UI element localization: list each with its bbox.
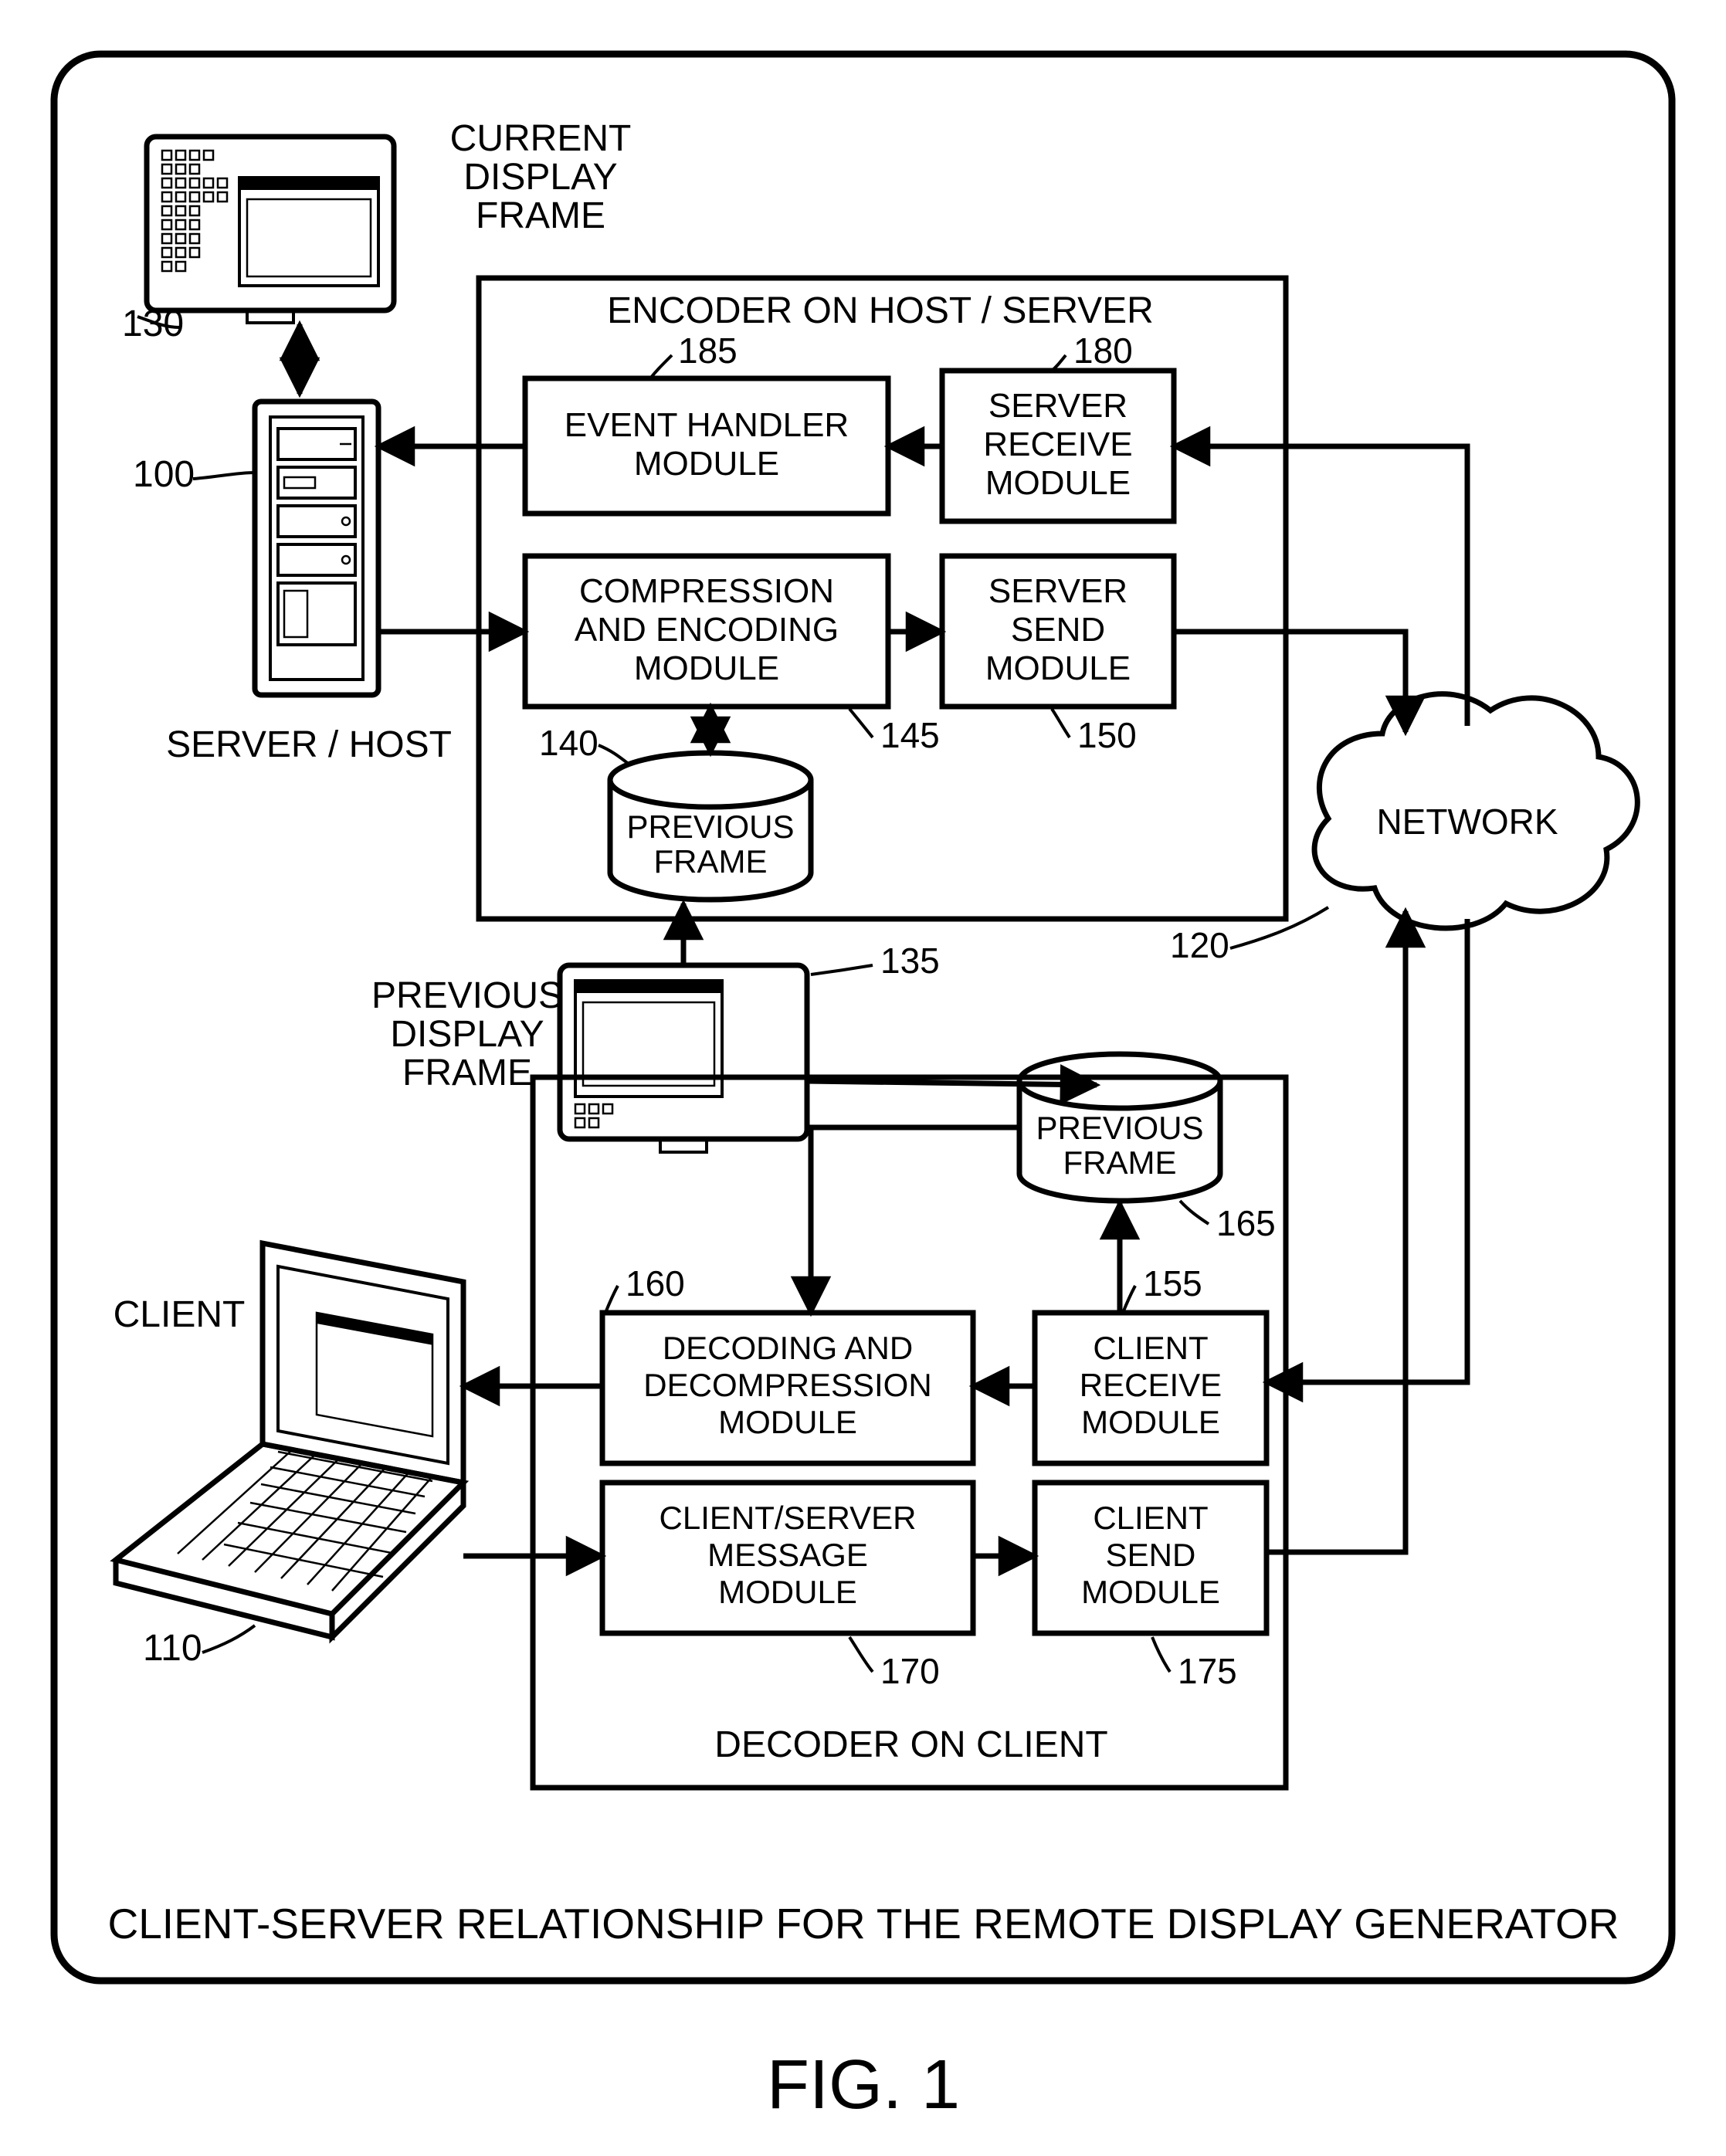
- ref-170: 170: [880, 1651, 940, 1691]
- ref-130: 130: [122, 303, 184, 344]
- previous-display-frame-l2: DISPLAY: [390, 1014, 544, 1055]
- prev-frame-cli-l1: PREVIOUS: [1036, 1110, 1203, 1146]
- ref-120: 120: [1170, 925, 1229, 965]
- leader-185: [650, 355, 672, 378]
- decoding-l1: DECODING AND: [663, 1330, 913, 1366]
- arrow-srvsend-network: [1174, 632, 1406, 732]
- ref-180: 180: [1073, 331, 1133, 371]
- leader-165: [1180, 1201, 1209, 1224]
- previous-display-frame-l1: PREVIOUS: [371, 975, 563, 1016]
- current-display-frame-l2: DISPLAY: [463, 157, 617, 198]
- caption: CLIENT-SERVER RELATIONSHIP FOR THE REMOT…: [107, 1900, 1619, 1948]
- ref-155: 155: [1143, 1263, 1202, 1303]
- client-label: CLIENT: [114, 1294, 246, 1335]
- arrow-prevframe-decoding: [811, 1127, 1019, 1313]
- leader-150: [1052, 709, 1070, 737]
- prev-frame-enc-l2: FRAME: [654, 843, 768, 880]
- client-send-l1: CLIENT: [1093, 1500, 1208, 1536]
- server-host-label: SERVER / HOST: [166, 724, 452, 765]
- ref-110: 110: [143, 1628, 202, 1669]
- ref-145: 145: [880, 715, 940, 755]
- ref-185: 185: [678, 331, 738, 371]
- server-receive-l1: SERVER: [988, 387, 1127, 425]
- client-receive-l3: MODULE: [1081, 1404, 1220, 1440]
- outer-frame: [54, 54, 1672, 1981]
- server-tower-icon: [255, 402, 378, 695]
- decoding-l2: DECOMPRESSION: [643, 1367, 931, 1403]
- ref-175: 175: [1178, 1651, 1237, 1691]
- leader-100: [193, 473, 255, 479]
- client-msg-l1: CLIENT/SERVER: [660, 1500, 917, 1536]
- current-display-frame-icon: [147, 137, 394, 323]
- encoder-title: ENCODER ON HOST / SERVER: [607, 290, 1154, 331]
- leader-120: [1230, 907, 1328, 948]
- decoder-title: DECODER ON CLIENT: [714, 1724, 1107, 1765]
- server-send-l1: SERVER: [988, 572, 1127, 610]
- ref-140: 140: [539, 723, 599, 763]
- leader-140: [599, 745, 629, 764]
- leader-170: [849, 1637, 873, 1672]
- ref-100: 100: [133, 454, 195, 495]
- arrow-network-srvrecv: [1174, 446, 1467, 726]
- client-send-l3: MODULE: [1081, 1574, 1220, 1610]
- previous-display-frame-icon: [560, 965, 807, 1152]
- figure-label: FIG. 1: [767, 2046, 960, 2124]
- decoding-l3: MODULE: [718, 1404, 857, 1440]
- leader-175: [1152, 1637, 1170, 1672]
- server-send-l2: SEND: [1011, 611, 1105, 649]
- previous-display-frame-l3: FRAME: [402, 1053, 532, 1093]
- client-msg-l2: MESSAGE: [707, 1537, 868, 1573]
- compression-l2: AND ENCODING: [575, 611, 839, 649]
- arrow-network-clirecv: [1267, 919, 1467, 1382]
- leader-135: [811, 965, 873, 975]
- prev-frame-enc-l1: PREVIOUS: [626, 808, 794, 845]
- client-receive-l1: CLIENT: [1093, 1330, 1208, 1366]
- current-display-frame-l3: FRAME: [476, 195, 605, 236]
- prev-frame-cli-l2: FRAME: [1063, 1144, 1177, 1181]
- ref-160: 160: [626, 1263, 685, 1303]
- leader-110: [202, 1625, 255, 1653]
- current-display-frame-l1: CURRENT: [450, 118, 632, 159]
- network-label: NETWORK: [1376, 802, 1558, 842]
- leader-160: [605, 1286, 618, 1313]
- ref-150: 150: [1077, 715, 1137, 755]
- event-handler-l1: EVENT HANDLER: [565, 406, 849, 444]
- server-receive-l2: RECEIVE: [983, 425, 1132, 463]
- leader-155: [1123, 1286, 1135, 1313]
- ref-165: 165: [1216, 1203, 1276, 1243]
- arrow-prevdisp-clientprev: [807, 1081, 1097, 1085]
- compression-l1: COMPRESSION: [579, 572, 834, 610]
- compression-l3: MODULE: [634, 649, 779, 687]
- client-receive-l2: RECEIVE: [1080, 1367, 1222, 1403]
- event-handler-l2: MODULE: [634, 445, 779, 483]
- client-send-l2: SEND: [1106, 1537, 1196, 1573]
- leader-145: [849, 709, 873, 737]
- ref-135: 135: [880, 941, 940, 981]
- client-msg-l3: MODULE: [718, 1574, 857, 1610]
- server-receive-l3: MODULE: [985, 464, 1131, 502]
- server-send-l3: MODULE: [985, 649, 1131, 687]
